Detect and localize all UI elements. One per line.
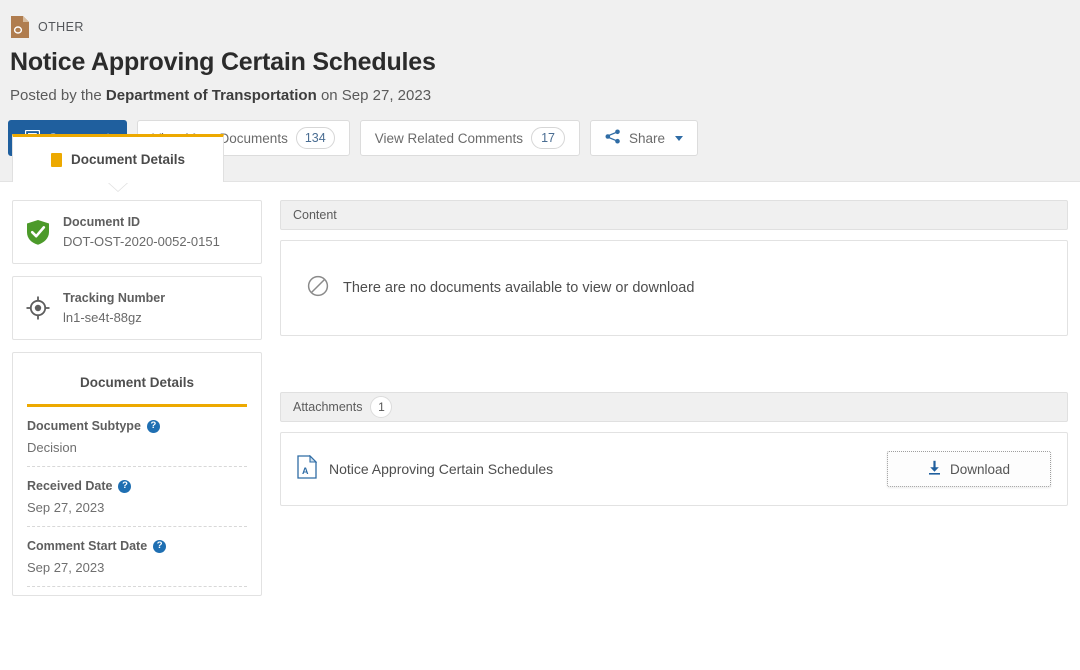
attachment-row: A Notice Approving Certain Schedules Dow… xyxy=(281,433,1067,505)
tab-pointer xyxy=(108,182,128,191)
document-details-panel-title: Document Details xyxy=(27,353,247,407)
download-arrow-icon xyxy=(928,460,941,478)
document-type-label: OTHER xyxy=(38,20,84,34)
attachments-panel: A Notice Approving Certain Schedules Dow… xyxy=(280,432,1068,506)
tab-document-details[interactable]: Document Details xyxy=(12,134,224,191)
tab-strip: Document Details xyxy=(0,134,224,191)
no-entry-icon xyxy=(307,275,329,302)
attachments-count-badge: 1 xyxy=(370,396,393,418)
detail-label-received-date: Received Date xyxy=(27,479,113,493)
view-more-documents-count: 134 xyxy=(295,127,335,149)
shield-check-icon xyxy=(25,219,51,245)
attachments-section-title: Attachments xyxy=(293,400,363,414)
document-tab-icon xyxy=(50,152,62,167)
posted-suffix: on Sep 27, 2023 xyxy=(320,87,432,104)
target-icon xyxy=(25,295,51,321)
share-icon xyxy=(605,129,621,147)
share-button[interactable]: Share xyxy=(590,120,699,156)
view-related-comments-button[interactable]: View Related Comments 17 xyxy=(359,120,581,156)
download-button-label: Download xyxy=(949,461,1011,477)
content-empty-state: There are no documents available to view… xyxy=(281,241,1067,335)
sidebar: Document ID DOT-OST-2020-0052-0151 Track… xyxy=(12,200,262,670)
document-other-icon xyxy=(10,15,30,39)
detail-row-document-subtype: Document Subtype ? Decision xyxy=(27,407,247,467)
tracking-number-value: ln1-se4t-88gz xyxy=(63,310,142,325)
attachments-section-header: Attachments 1 xyxy=(280,392,1068,422)
page-header: OTHER Notice Approving Certain Schedules… xyxy=(0,0,1080,191)
document-id-card: Document ID DOT-OST-2020-0052-0151 xyxy=(12,200,262,264)
share-button-label: Share xyxy=(629,130,666,146)
view-related-comments-count: 17 xyxy=(531,127,566,149)
tracking-number-card: Tracking Number ln1-se4t-88gz xyxy=(12,276,262,340)
detail-row-comment-start-date: Comment Start Date ? Sep 27, 2023 xyxy=(27,527,247,587)
download-button[interactable]: Download xyxy=(887,451,1051,487)
svg-text:A: A xyxy=(302,466,309,476)
document-id-value: DOT-OST-2020-0052-0151 xyxy=(63,234,220,249)
content-panel: There are no documents available to view… xyxy=(280,240,1068,336)
help-icon[interactable]: ? xyxy=(118,479,132,493)
detail-value-document-subtype: Decision xyxy=(27,440,77,455)
detail-value-received-date: Sep 27, 2023 xyxy=(27,500,105,515)
detail-value-comment-start-date: Sep 27, 2023 xyxy=(27,560,105,575)
content-section-title: Content xyxy=(293,208,337,222)
content-empty-message: There are no documents available to view… xyxy=(343,280,695,296)
agency-name: Department of Transportation xyxy=(105,87,317,104)
document-type-row: OTHER xyxy=(0,14,1080,40)
document-id-label: Document ID xyxy=(63,215,141,229)
view-related-comments-label: View Related Comments xyxy=(374,130,524,146)
detail-label-document-subtype: Document Subtype xyxy=(27,419,141,433)
main-content: Content There are no documents available… xyxy=(280,200,1068,670)
page-body: Document ID DOT-OST-2020-0052-0151 Track… xyxy=(0,182,1080,670)
posted-byline: Posted by the Department of Transportati… xyxy=(0,87,1080,104)
document-details-panel: Document Details Document Subtype ? Deci… xyxy=(12,352,262,596)
content-section-header: Content xyxy=(280,200,1068,230)
detail-label-comment-start-date: Comment Start Date xyxy=(27,539,148,553)
help-icon[interactable]: ? xyxy=(146,419,160,433)
attachment-name[interactable]: Notice Approving Certain Schedules xyxy=(329,461,553,477)
detail-row-received-date: Received Date ? Sep 27, 2023 xyxy=(27,467,247,527)
tab-document-details-label: Document Details xyxy=(70,152,186,167)
pdf-file-icon: A xyxy=(297,454,318,484)
posted-prefix: Posted by the xyxy=(10,87,102,104)
tracking-number-label: Tracking Number xyxy=(63,291,166,305)
chevron-down-icon xyxy=(675,135,684,141)
help-icon[interactable]: ? xyxy=(153,539,167,553)
page-title: Notice Approving Certain Schedules xyxy=(10,48,436,76)
